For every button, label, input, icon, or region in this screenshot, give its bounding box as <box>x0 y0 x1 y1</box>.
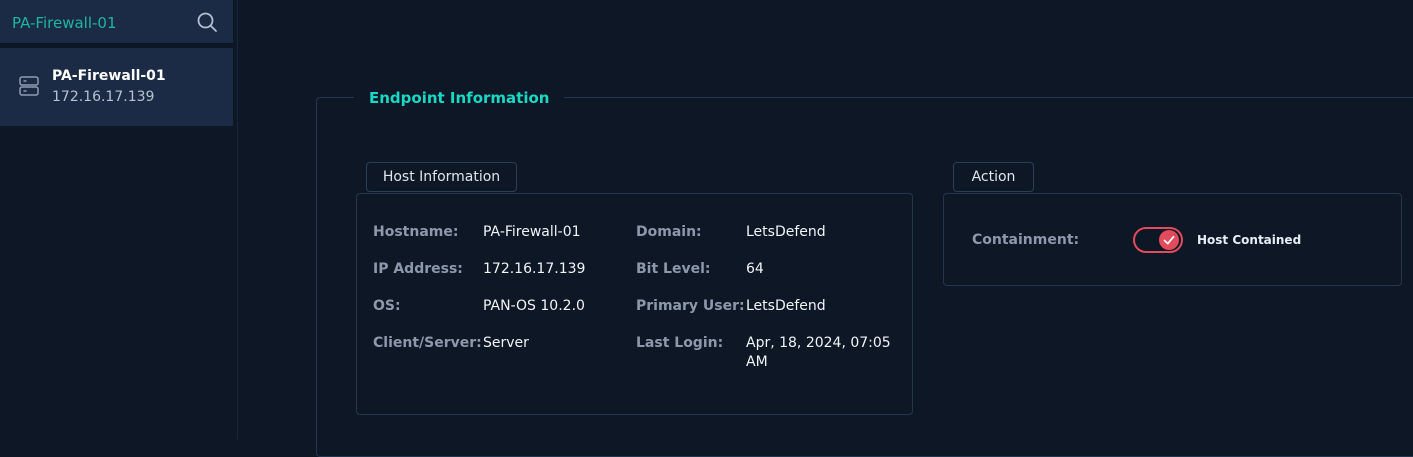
primary-user-value: LetsDefend <box>746 298 826 314</box>
containment-toggle[interactable] <box>1133 227 1183 253</box>
client-server-label: Client/Server: <box>373 335 482 351</box>
ip-address-value: 172.16.17.139 <box>483 261 586 277</box>
containment-status: Host Contained <box>1197 233 1302 247</box>
bit-level-value: 64 <box>746 261 764 277</box>
domain-label: Domain: <box>636 224 702 240</box>
search-bar <box>0 0 233 44</box>
host-name: PA-Firewall-01 <box>52 68 166 84</box>
check-icon <box>1163 235 1175 245</box>
host-list-item[interactable]: PA-Firewall-01 172.16.17.139 <box>0 48 233 126</box>
containment-label: Containment: <box>972 232 1080 248</box>
host-information-tab: Host Information <box>366 162 517 192</box>
toggle-knob <box>1159 230 1179 250</box>
last-login-value: Apr, 18, 2024, 07:05 AM <box>746 335 891 370</box>
server-icon <box>19 76 39 96</box>
os-label: OS: <box>373 298 401 314</box>
domain-value: LetsDefend <box>746 224 826 240</box>
search-icon[interactable] <box>196 11 218 33</box>
last-login-label: Last Login: <box>636 335 724 351</box>
host-ip: 172.16.17.139 <box>52 89 155 105</box>
section-title: Endpoint Information <box>354 89 565 107</box>
action-tab: Action <box>953 162 1034 192</box>
primary-user-label: Primary User: <box>636 298 745 314</box>
ip-address-label: IP Address: <box>373 261 463 277</box>
bit-level-label: Bit Level: <box>636 261 711 277</box>
os-value: PAN-OS 10.2.0 <box>483 298 585 314</box>
hostname-value: PA-Firewall-01 <box>483 224 581 240</box>
client-server-value: Server <box>483 335 529 351</box>
sidebar: PA-Firewall-01 172.16.17.139 <box>0 0 238 439</box>
search-input[interactable] <box>12 12 192 34</box>
hostname-label: Hostname: <box>373 224 459 240</box>
